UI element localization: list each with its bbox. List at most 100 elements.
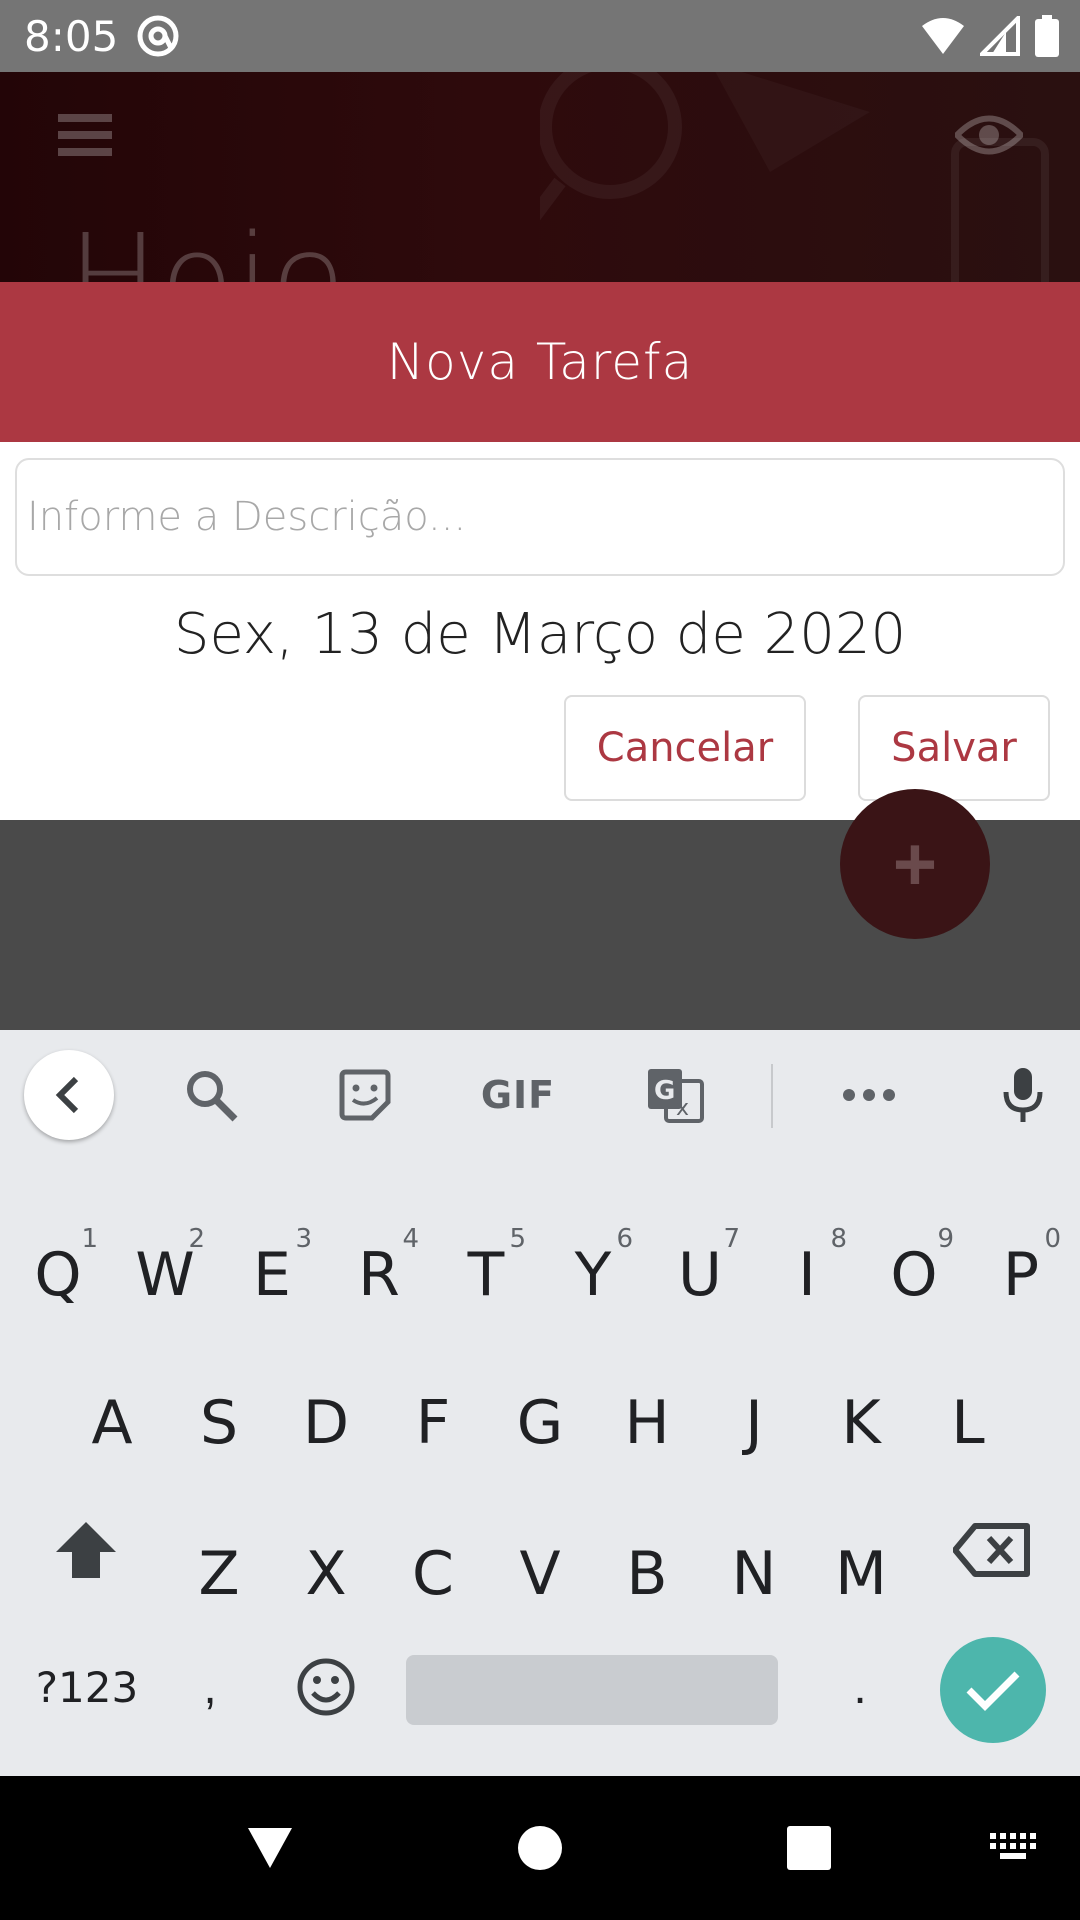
space-key[interactable] [406,1655,778,1725]
nav-home-button[interactable] [514,1812,566,1884]
key-label: Q [34,1240,82,1310]
key-label: P [1002,1240,1040,1310]
nav-back-button[interactable] [240,1812,300,1884]
key-m[interactable]: M [811,1519,911,1629]
symbols-key[interactable]: ?123 [22,1632,152,1742]
description-input[interactable] [15,458,1065,576]
key-l[interactable]: L [918,1368,1018,1478]
key-v[interactable]: V [490,1519,590,1629]
keyboard-back-button[interactable] [24,1050,114,1140]
hamburger-menu-icon[interactable] [58,112,112,158]
keyboard-more-button[interactable] [836,1062,902,1128]
nav-keyboard-switch-button[interactable] [986,1812,1042,1884]
at-sign-icon [137,15,179,57]
key-number-hint: 7 [723,1224,740,1254]
key-y[interactable]: Y6 [543,1220,643,1330]
screen: 8:05 Hoje Nova Tarefa Informe a Descriçã… [0,0,1080,1920]
key-d[interactable]: D [276,1368,376,1478]
key-w[interactable]: W2 [115,1220,215,1330]
key-h[interactable]: H [597,1368,697,1478]
wifi-icon [922,18,964,54]
triangle-back-icon [248,1828,292,1868]
keyboard-switch-icon [990,1833,1036,1859]
checkmark-icon [966,1671,1020,1711]
gif-label: GIF [480,1073,556,1117]
keyboard-search-button[interactable] [178,1062,244,1128]
key-p[interactable]: P0 [971,1220,1071,1330]
eye-icon[interactable] [955,112,1023,158]
app-header: Hoje [0,72,1080,282]
key-number-hint: 8 [830,1224,847,1254]
svg-text:G: G [654,1076,675,1106]
key-c[interactable]: C [383,1519,483,1629]
enter-key[interactable] [940,1637,1046,1743]
add-task-fab[interactable]: + [840,789,990,939]
new-task-dialog: Nova Tarefa Sex, 13 de Março de 2020 Can… [0,282,1080,820]
key-x[interactable]: X [276,1519,376,1629]
key-f[interactable]: F [383,1368,483,1478]
key-q[interactable]: Q1 [8,1220,108,1330]
key-number-hint: 6 [616,1224,633,1254]
keyboard-translate-button[interactable]: G x [642,1062,708,1128]
battery-icon [1035,15,1059,57]
key-number-hint: 9 [937,1224,954,1254]
key-number-hint: 1 [81,1224,98,1254]
backspace-key[interactable] [942,1495,1042,1605]
emoji-icon [297,1658,355,1716]
key-label: E [253,1240,291,1310]
key-u[interactable]: U7 [650,1220,750,1330]
square-recents-icon [787,1826,831,1870]
key-number-hint: 2 [188,1224,205,1254]
cancel-button[interactable]: Cancelar [564,695,806,801]
key-o[interactable]: O9 [864,1220,964,1330]
key-label: T [467,1240,505,1310]
key-label: O [890,1240,938,1310]
key-number-hint: 0 [1044,1224,1061,1254]
microphone-icon [1003,1068,1043,1122]
key-number-hint: 5 [509,1224,526,1254]
search-icon [187,1071,238,1122]
comma-key[interactable]: , [170,1632,250,1742]
emoji-key[interactable] [276,1632,376,1742]
task-date[interactable]: Sex, 13 de Março de 2020 [0,602,1080,667]
key-k[interactable]: K [811,1368,911,1478]
key-b[interactable]: B [597,1519,697,1629]
dialog-header: Nova Tarefa [0,282,1080,442]
key-z[interactable]: Z [169,1519,269,1629]
keyboard-gif-button[interactable]: GIF [478,1062,558,1128]
svg-text:x: x [676,1096,689,1121]
key-r[interactable]: R4 [329,1220,429,1330]
plus-icon: + [892,821,938,907]
save-button[interactable]: Salvar [858,695,1050,801]
key-i[interactable]: I8 [757,1220,857,1330]
keyboard-mic-button[interactable] [990,1062,1056,1128]
keyboard-sticker-button[interactable] [332,1062,398,1128]
key-number-hint: 3 [295,1224,312,1254]
dialog-title: Nova Tarefa [386,333,694,391]
more-horizontal-icon [843,1089,895,1101]
key-t[interactable]: T5 [436,1220,536,1330]
circle-home-icon [518,1826,562,1870]
key-e[interactable]: E3 [222,1220,322,1330]
key-n[interactable]: N [704,1519,804,1629]
page-title: Hoje [68,210,347,283]
status-time: 8:05 [24,12,119,61]
shift-key[interactable] [36,1495,136,1605]
navigation-bar [0,1776,1080,1920]
background-decoration [540,72,1049,282]
soft-keyboard: GIF G x Q 1 W 2 E 3 R 4 T 5 Y 6 U 7 I 8 … [0,1030,1080,1776]
key-j[interactable]: J [704,1368,804,1478]
backspace-icon [953,1523,1030,1577]
nav-recents-button[interactable] [786,1812,832,1884]
chevron-left-icon [55,1076,79,1114]
key-label: W [135,1240,195,1310]
key-s[interactable]: S [169,1368,269,1478]
sticker-icon [339,1069,391,1121]
key-a[interactable]: A [62,1368,162,1478]
period-key[interactable]: . [810,1632,910,1742]
key-label: Y [574,1240,612,1310]
key-g[interactable]: G [490,1368,590,1478]
toolbar-divider [771,1064,773,1128]
translate-icon: G x [648,1069,704,1123]
keyboard-toolbar: GIF G x [0,1030,1080,1160]
